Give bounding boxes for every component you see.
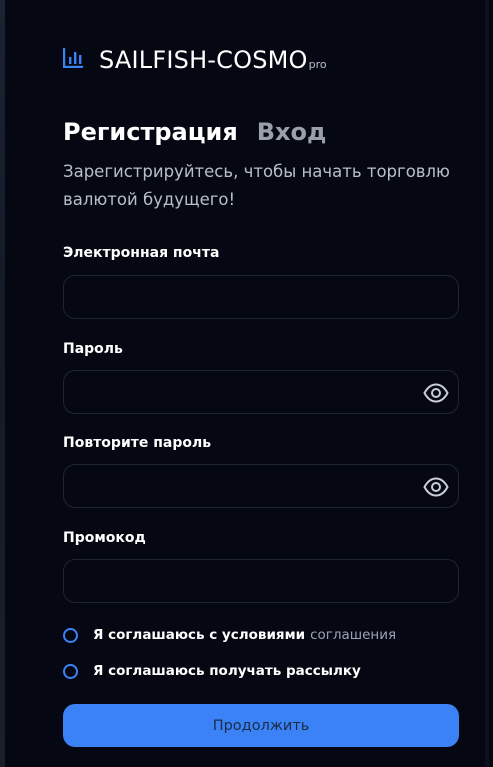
email-field-wrapper <box>63 275 459 319</box>
promo-field-wrapper <box>63 559 459 603</box>
newsletter-text: Я соглашаюсь получать рассылку <box>93 663 361 679</box>
brand-name: SAILFISH-COSMO <box>99 46 308 74</box>
email-label: Электронная почта <box>63 245 220 261</box>
password-field[interactable] <box>64 371 458 413</box>
email-field[interactable] <box>64 276 458 318</box>
password-label: Пароль <box>63 341 123 357</box>
tab-register[interactable]: Регистрация <box>63 118 238 146</box>
password-repeat-field[interactable] <box>64 465 458 507</box>
tab-login[interactable]: Вход <box>257 118 327 146</box>
password-repeat-label: Повторите пароль <box>63 435 212 451</box>
panel-right-border <box>485 0 489 767</box>
bar-chart-icon <box>63 48 83 68</box>
promo-label: Промокод <box>63 530 146 546</box>
newsletter-consent-row: Я соглашаюсь получать рассылку <box>63 663 361 679</box>
terms-link[interactable]: соглашения <box>310 627 396 643</box>
terms-radio[interactable] <box>63 627 78 643</box>
terms-consent-row: Я соглашаюсь с условиями соглашения <box>63 627 396 643</box>
eye-icon[interactable] <box>423 381 449 405</box>
brand-logo: SAILFISH-COSMO pro <box>61 46 327 74</box>
page-subtitle: Зарегистрируйтесь, чтобы начать торговлю… <box>63 162 450 209</box>
newsletter-radio[interactable] <box>63 663 78 679</box>
brand-suffix: pro <box>308 58 327 71</box>
terms-text: Я соглашаюсь с условиями <box>93 627 306 643</box>
continue-button[interactable]: Продолжить <box>63 704 459 747</box>
password-field-wrapper <box>63 370 459 414</box>
password-repeat-field-wrapper <box>63 464 459 508</box>
auth-tabs: Регистрация Вход <box>63 118 326 146</box>
promo-field[interactable] <box>64 560 458 602</box>
eye-icon[interactable] <box>423 475 449 499</box>
